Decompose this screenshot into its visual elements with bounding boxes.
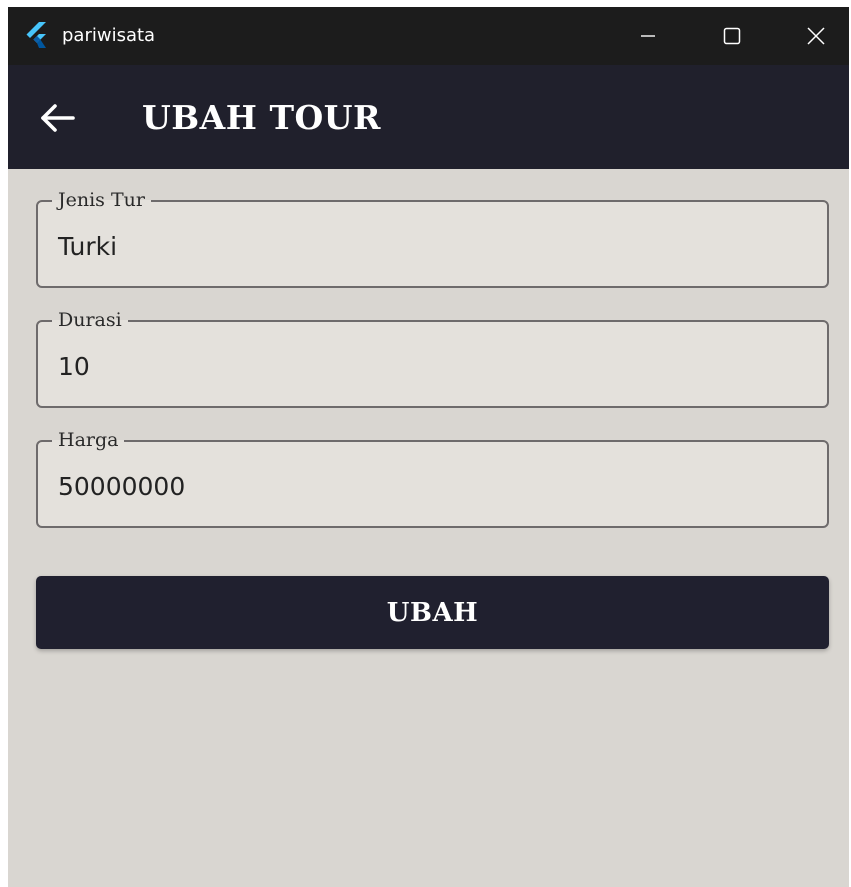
window-title: pariwisata	[62, 25, 156, 46]
harga-label: Harga	[52, 429, 125, 451]
jenis-tur-label: Jenis Tur	[52, 189, 151, 211]
flutter-logo-icon	[25, 22, 47, 48]
maximize-button[interactable]	[700, 7, 764, 65]
maximize-icon	[723, 27, 741, 45]
close-icon	[807, 27, 825, 45]
durasi-label: Durasi	[52, 309, 128, 331]
minimize-button[interactable]	[616, 7, 680, 65]
page-title: UBAH TOUR	[142, 98, 381, 137]
jenis-tur-input[interactable]: Turki	[58, 232, 798, 262]
app-bar: UBAH TOUR	[8, 65, 849, 169]
durasi-input[interactable]: 10	[58, 352, 798, 382]
ubah-button-label: UBAH	[386, 597, 479, 628]
window-titlebar: pariwisata	[8, 7, 849, 65]
minimize-icon	[640, 28, 656, 44]
harga-input[interactable]: 50000000	[58, 472, 798, 502]
durasi-field[interactable]: Durasi 10	[36, 309, 829, 408]
ubah-button[interactable]: UBAH	[36, 576, 829, 649]
close-button[interactable]	[784, 7, 848, 65]
app-window: pariwisata UBAH TOUR Jenis Tur Turki Dur…	[8, 7, 849, 887]
arrow-left-icon[interactable]	[40, 103, 76, 133]
jenis-tur-field[interactable]: Jenis Tur Turki	[36, 189, 829, 288]
harga-field[interactable]: Harga 50000000	[36, 429, 829, 528]
